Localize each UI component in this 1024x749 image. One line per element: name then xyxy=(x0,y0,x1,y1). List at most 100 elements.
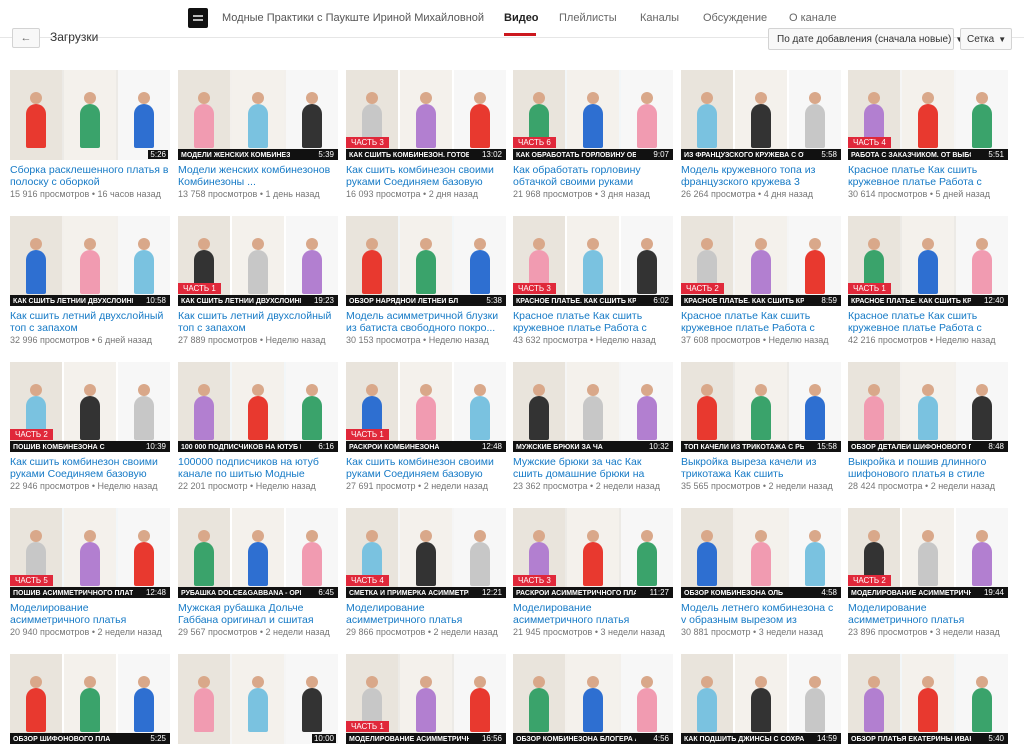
video-thumbnail[interactable]: МОДЕЛИРОВАНИЕ АСИММЕТРИЧНОГО ЧАСТЬ 2 19:44 xyxy=(848,508,1008,598)
video-card[interactable]: ОБЗОР НАРЯДНОЙ ЛЕТНЕЙ БЛ 5:38 Модель асимм… xyxy=(346,216,506,345)
upload-age: 3 недели назад xyxy=(758,627,823,637)
video-card[interactable]: 100 000 ПОДПИСЧИКОВ НА ЮТУБ КА 6:16 100000… xyxy=(178,362,338,491)
video-title-link[interactable]: Как сшить комбинезон своими руками Соеди… xyxy=(10,456,170,480)
sort-dropdown[interactable]: По дате добавления (сначала новые)▼ xyxy=(768,28,963,50)
video-card[interactable]: ОБЗОР ПЛАТЬЯ ЕКАТЕРИНЫ ИВАНС 5:40 xyxy=(848,654,1008,744)
video-card[interactable]: РАСКРОЙ АСИММЕТРИЧНОГО ПЛАТ ЧАСТЬ 3 11:27 М… xyxy=(513,508,673,637)
video-title-link[interactable]: Выкройка и пошив длинного шифонового пла… xyxy=(848,456,1008,480)
video-title-link[interactable]: Моделирование асимметричного платья xyxy=(10,602,170,626)
video-thumbnail[interactable]: ОБЗОР ПЛАТЬЯ ЕКАТЕРИНЫ ИВАНС 5:40 xyxy=(848,654,1008,744)
back-button[interactable]: ← xyxy=(12,28,40,48)
video-title-link[interactable]: Модель кружевного топа из французского к… xyxy=(681,164,841,188)
channel-name[interactable]: Модные Практики с Паукште Ириной Михайло… xyxy=(222,12,484,24)
video-thumbnail[interactable]: РУБАШКА DOLCE&GABBANA - ОРИГИНАЛ И 6:45 xyxy=(178,508,338,598)
video-title-link[interactable]: Модели женских комбинезонов Комбинезоны … xyxy=(178,164,338,188)
video-card[interactable]: МОДЕЛИРОВАНИЕ АСИММЕТРИЧНОГО ЧАСТЬ 2 19:44… xyxy=(848,508,1008,637)
video-title-link[interactable]: Мужская рубашка Дольче Габбана оригинал … xyxy=(178,602,338,626)
video-title-link[interactable]: Красное платье Как сшить кружевное плать… xyxy=(513,310,673,334)
video-card[interactable]: КАК СШИТЬ ЛЕТНИЙ ДВУХСЛОЙНЫЙ ТОП С З 10:5… xyxy=(10,216,170,345)
video-thumbnail[interactable]: ОБЗОР КОМБИНЕЗОНА БЛОГЕРА АЛ 4:56 xyxy=(513,654,673,744)
video-card[interactable]: ОБЗОР КОМБИНЕЗОНА ОЛЬ 4:58 Модель летнего … xyxy=(681,508,841,637)
video-title-link[interactable]: Сборка расклешенного платья в полоску с … xyxy=(10,164,170,188)
video-thumbnail[interactable]: 5:26 xyxy=(10,70,170,160)
video-thumbnail[interactable]: КАК СШИТЬ КОМБИНЕЗОН. ГОТОВОЕ ИЗ ЧАСТЬ 3 1… xyxy=(346,70,506,160)
video-title-link[interactable]: Мужские брюки за час Как сшить домашние … xyxy=(513,456,673,480)
video-thumbnail[interactable]: КАК ПОДШИТЬ ДЖИНСЫ С СОХРАНЕНИЕМ ФАБРИЧ 1… xyxy=(681,654,841,744)
video-card[interactable]: КАК ПОДШИТЬ ДЖИНСЫ С СОХРАНЕНИЕМ ФАБРИЧ 1… xyxy=(681,654,841,744)
video-thumbnail[interactable]: ОБЗОР ШИФОНОВОГО ПЛА 5:25 xyxy=(10,654,170,744)
video-thumbnail[interactable]: ОБЗОР ДЕТАЛЕЙ ШИФОНОВОГО ПЛ 8:48 xyxy=(848,362,1008,452)
video-card[interactable]: РАСКРОЙ КОМБИНЕЗОНА ЧАСТЬ 1 12:48 Как сшить… xyxy=(346,362,506,491)
video-thumbnail[interactable]: ПОШИВ КОМБИНЕЗОНА С ЧАСТЬ 2 10:39 xyxy=(10,362,170,452)
video-card[interactable]: 5:26 Сборка расклешенного платья в полоск… xyxy=(10,70,170,199)
video-card[interactable]: КРАСНОЕ ПЛАТЬЕ. КАК СШИТЬ КРУЖЕВНОЕ ПЛ ЧА… xyxy=(513,216,673,345)
tab-discussion[interactable]: Обсуждение xyxy=(703,12,767,24)
video-card[interactable]: РАБОТА С ЗАКАЗЧИКОМ. ОТ ВЫБОРА МОДЕЛИ ДО… xyxy=(848,70,1008,199)
video-thumbnail[interactable]: КАК СШИТЬ ЛЕТНИЙ ДВУХСЛОЙНЫЙ ТОП С З ЧАСТ… xyxy=(178,216,338,306)
video-card[interactable]: КРАСНОЕ ПЛАТЬЕ. КАК СШИТЬ КРУЖЕВНОЕ ПЛ ЧА… xyxy=(681,216,841,345)
video-thumbnail[interactable]: КРАСНОЕ ПЛАТЬЕ. КАК СШИТЬ КРУЖЕВНОЕ ПЛ ЧА… xyxy=(681,216,841,306)
video-title-link[interactable]: Как сшить комбинезон своими руками Соеди… xyxy=(346,456,506,480)
video-thumbnail[interactable]: РАСКРОЙ АСИММЕТРИЧНОГО ПЛАТ ЧАСТЬ 3 11:27 xyxy=(513,508,673,598)
view-dropdown[interactable]: Сетка ▼ xyxy=(960,28,1012,50)
video-thumbnail[interactable]: ИЗ ФРАНЦУЗСКОГО КРУЖЕВА С ОТДЕЛКОЙ ША 5:5… xyxy=(681,70,841,160)
video-title-link[interactable]: Красное платье Как сшить кружевное плать… xyxy=(848,310,1008,334)
video-card[interactable]: ПОШИВ КОМБИНЕЗОНА С ЧАСТЬ 2 10:39 Как сшить… xyxy=(10,362,170,491)
video-thumbnail[interactable]: РАСКРОЙ КОМБИНЕЗОНА ЧАСТЬ 1 12:48 xyxy=(346,362,506,452)
video-thumbnail[interactable]: МУЖСКИЕ БРЮКИ ЗА ЧА 10:32 xyxy=(513,362,673,452)
video-title-link[interactable]: Выкройка выреза качели из трикотажа Как … xyxy=(681,456,841,480)
video-card[interactable]: ТОП КАЧЕЛИ ИЗ ТРИКОТАЖА С РЬ 15:58 Выкройк… xyxy=(681,362,841,491)
tab-playlists[interactable]: Плейлисты xyxy=(559,12,617,24)
video-meta: 30 153 просмотра • Неделю назад xyxy=(346,335,506,345)
video-card[interactable]: РУБАШКА DOLCE&GABBANA - ОРИГИНАЛ И 6:45 Му… xyxy=(178,508,338,637)
video-thumbnail[interactable]: ОБЗОР НАРЯДНОЙ ЛЕТНЕЙ БЛ 5:38 xyxy=(346,216,506,306)
video-title-link[interactable]: Как сшить комбинезон своими руками Соеди… xyxy=(346,164,506,188)
garment-figure xyxy=(80,104,100,148)
video-card[interactable]: ОБЗОР ДЕТАЛЕЙ ШИФОНОВОГО ПЛ 8:48 Выкройка … xyxy=(848,362,1008,491)
video-thumbnail[interactable]: ОБЗОР КОМБИНЕЗОНА ОЛЬ 4:58 xyxy=(681,508,841,598)
video-card[interactable]: СМЁТКА И ПРИМЕРКА АСИММЕТРИЧНОГО ЧАСТЬ 4 1… xyxy=(346,508,506,637)
video-title-link[interactable]: Моделирование асимметричного платья xyxy=(346,602,506,626)
video-card[interactable]: КРАСНОЕ ПЛАТЬЕ. КАК СШИТЬ КРУЖЕВНОЕ ПЛ ЧА… xyxy=(848,216,1008,345)
video-card[interactable]: МОДЕЛИРОВАНИЕ АСИММЕТРИЧНОГО ЧАСТЬ 1 16:56 xyxy=(346,654,506,744)
video-thumbnail[interactable]: РАБОТА С ЗАКАЗЧИКОМ. ОТ ВЫБОРА МОДЕЛИ ДО… xyxy=(848,70,1008,160)
video-thumbnail[interactable]: МОДЕЛИ ЖЕНСКИХ КОМБИНЕЗ 5:39 xyxy=(178,70,338,160)
video-title-link[interactable]: Модель асимметричной блузки из батиста с… xyxy=(346,310,506,334)
video-card[interactable]: КАК ОБРАБОТАТЬ ГОРЛОВИНУ ОБТА ЧАСТЬ 6 9:07… xyxy=(513,70,673,199)
video-thumbnail[interactable]: КАК СШИТЬ ЛЕТНИЙ ДВУХСЛОЙНЫЙ ТОП С З 10:5… xyxy=(10,216,170,306)
video-card[interactable]: ОБЗОР КОМБИНЕЗОНА БЛОГЕРА АЛ 4:56 xyxy=(513,654,673,744)
channel-logo[interactable] xyxy=(188,8,208,28)
view-count: 42 216 просмотров xyxy=(848,335,928,345)
video-thumbnail[interactable]: 10:00 xyxy=(178,654,338,744)
video-card[interactable]: ИЗ ФРАНЦУЗСКОГО КРУЖЕВА С ОТДЕЛКОЙ ША 5:5… xyxy=(681,70,841,199)
video-card[interactable]: КАК СШИТЬ ЛЕТНИЙ ДВУХСЛОЙНЫЙ ТОП С З ЧАСТ… xyxy=(178,216,338,345)
video-card[interactable]: КАК СШИТЬ КОМБИНЕЗОН. ГОТОВОЕ ИЗ ЧАСТЬ 3 1… xyxy=(346,70,506,199)
video-thumbnail[interactable]: МОДЕЛИРОВАНИЕ АСИММЕТРИЧНОГО ЧАСТЬ 1 16:56 xyxy=(346,654,506,744)
video-thumbnail[interactable]: КРАСНОЕ ПЛАТЬЕ. КАК СШИТЬ КРУЖЕВНОЕ ПЛ ЧА… xyxy=(848,216,1008,306)
video-thumbnail[interactable]: 100 000 ПОДПИСЧИКОВ НА ЮТУБ КА 6:16 xyxy=(178,362,338,452)
video-title-link[interactable]: Модель летнего комбинезона с v образным … xyxy=(681,602,841,626)
video-card[interactable]: ОБЗОР ШИФОНОВОГО ПЛА 5:25 xyxy=(10,654,170,744)
video-thumbnail[interactable]: ПОШИВ АСИММЕТРИЧНОГО ПЛАТЬЯ КАК ЗЬ ЧАСТЬ … xyxy=(10,508,170,598)
video-title-link[interactable]: Красное платье Как сшить кружевное плать… xyxy=(681,310,841,334)
person-head xyxy=(976,530,988,542)
video-thumbnail[interactable]: СМЁТКА И ПРИМЕРКА АСИММЕТРИЧНОГО ЧАСТЬ 4 1… xyxy=(346,508,506,598)
video-title-link[interactable]: Моделирование асимметричного платья xyxy=(513,602,673,626)
tab-about[interactable]: О канале xyxy=(789,12,837,24)
video-card[interactable]: ПОШИВ АСИММЕТРИЧНОГО ПЛАТЬЯ КАК ЗЬ ЧАСТЬ … xyxy=(10,508,170,637)
video-card[interactable]: МУЖСКИЕ БРЮКИ ЗА ЧА 10:32 Мужские брюки за… xyxy=(513,362,673,491)
video-title-link[interactable]: Как сшить летний двухслойный топ с запах… xyxy=(10,310,170,334)
tab-videos[interactable]: Видео xyxy=(504,12,539,24)
video-title-link[interactable]: Красное платье Как сшить кружевное плать… xyxy=(848,164,1008,188)
view-count: 30 881 просмотр xyxy=(681,627,751,637)
video-title-link[interactable]: Как обработать горловину обтачкой своими… xyxy=(513,164,673,188)
video-thumbnail[interactable]: ТОП КАЧЕЛИ ИЗ ТРИКОТАЖА С РЬ 15:58 xyxy=(681,362,841,452)
video-card[interactable]: МОДЕЛИ ЖЕНСКИХ КОМБИНЕЗ 5:39 Модели женски… xyxy=(178,70,338,199)
video-card[interactable]: 10:00 xyxy=(178,654,338,744)
video-title-link[interactable]: Как сшить летний двухслойный топ с запах… xyxy=(178,310,338,334)
tab-channels[interactable]: Каналы xyxy=(640,12,679,24)
video-thumbnail[interactable]: КРАСНОЕ ПЛАТЬЕ. КАК СШИТЬ КРУЖЕВНОЕ ПЛ ЧА… xyxy=(513,216,673,306)
video-title-link[interactable]: 100000 подписчиков на ютуб канале по шит… xyxy=(178,456,338,480)
video-title-link[interactable]: Моделирование асимметричного платья xyxy=(848,602,1008,626)
video-thumbnail[interactable]: КАК ОБРАБОТАТЬ ГОРЛОВИНУ ОБТА ЧАСТЬ 6 9:07 xyxy=(513,70,673,160)
